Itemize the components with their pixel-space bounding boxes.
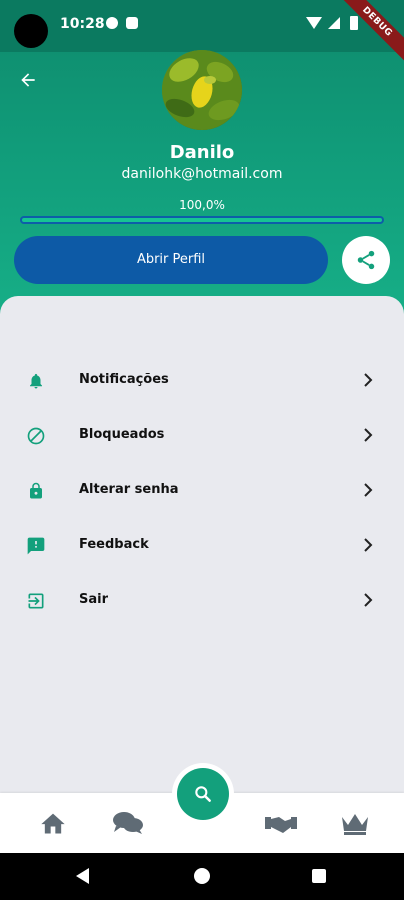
profile-screen: 10:28 DEBUG Danilo danilohk@hotmail.com …	[0, 0, 404, 900]
menu-item-label: Sair	[79, 592, 109, 607]
exit-icon	[24, 589, 48, 613]
menu-item-label: Alterar senha	[79, 482, 179, 497]
menu-item-blocked[interactable]: Bloqueados	[0, 409, 404, 464]
camera-cutout	[14, 14, 48, 48]
arrow-back-icon	[21, 73, 35, 87]
menu-item-label: Bloqueados	[79, 427, 165, 442]
nav-partners[interactable]	[265, 807, 297, 839]
status-bar: 10:28 DEBUG	[0, 0, 404, 67]
system-recents-icon[interactable]	[312, 869, 326, 883]
handshake-icon	[265, 817, 297, 833]
avatar[interactable]	[162, 50, 242, 130]
avatar-photo	[162, 50, 242, 130]
open-profile-button[interactable]: Abrir Perfil	[14, 236, 328, 284]
chevron-right-icon	[362, 592, 374, 608]
feedback-icon	[24, 534, 48, 558]
crown-icon	[342, 814, 368, 835]
wifi-icon	[306, 17, 322, 29]
bell-icon	[24, 369, 48, 393]
menu-item-change-password[interactable]: Alterar senha	[0, 464, 404, 519]
profile-progress-fill	[22, 218, 382, 222]
home-icon	[41, 813, 65, 834]
search-button[interactable]	[172, 763, 234, 825]
menu-item-label: Notificações	[79, 372, 169, 387]
status-time: 10:28	[60, 16, 105, 32]
profile-progress-text: 100,0%	[179, 198, 225, 212]
chevron-right-icon	[362, 427, 374, 443]
notification-icon	[106, 17, 118, 29]
profile-progress-bar	[20, 216, 384, 224]
system-status-icons	[306, 16, 358, 30]
signal-icon	[328, 17, 340, 29]
sim-card-icon	[126, 17, 138, 29]
nav-chat[interactable]	[112, 807, 144, 839]
system-back-icon[interactable]	[76, 868, 89, 884]
user-email: danilohk@hotmail.com	[121, 166, 283, 182]
notification-icons	[106, 17, 138, 29]
menu-item-label: Feedback	[79, 537, 149, 552]
search-button-circle	[177, 768, 229, 820]
chevron-right-icon	[362, 482, 374, 498]
share-icon	[357, 250, 375, 270]
system-home-icon[interactable]	[194, 868, 210, 884]
nav-home[interactable]	[37, 807, 69, 839]
nav-premium[interactable]	[339, 807, 371, 839]
menu-item-feedback[interactable]: Feedback	[0, 519, 404, 574]
share-button[interactable]	[342, 236, 390, 284]
battery-icon	[350, 16, 358, 30]
chevron-right-icon	[362, 537, 374, 553]
system-navigation-bar	[0, 853, 404, 900]
back-button[interactable]	[14, 66, 42, 94]
chevron-right-icon	[362, 372, 374, 388]
search-icon	[195, 786, 211, 802]
lock-icon	[24, 479, 48, 503]
menu-panel: Notificações Bloqueados Alterar senha Fe…	[0, 296, 404, 796]
chat-icon	[113, 812, 143, 834]
user-name: Danilo	[169, 142, 235, 163]
block-icon	[24, 424, 48, 448]
menu-item-logout[interactable]: Sair	[0, 574, 404, 629]
menu-item-notifications[interactable]: Notificações	[0, 354, 404, 409]
